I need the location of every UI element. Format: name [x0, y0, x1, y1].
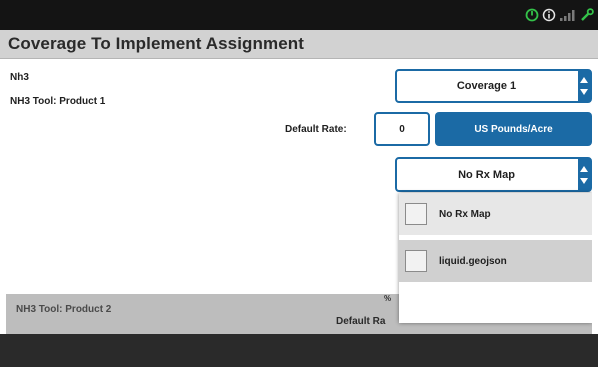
- screen: Coverage To Implement Assignment Nh3 NH3…: [0, 0, 598, 367]
- rx-map-dropdown: No Rx Map liquid.geojson: [399, 193, 592, 323]
- dropdown-option-no-rx-map[interactable]: No Rx Map: [399, 193, 592, 235]
- option-label: liquid.geojson: [439, 255, 507, 267]
- coverage-select-value: Coverage 1: [456, 80, 517, 92]
- signal-bars-icon: [559, 8, 577, 22]
- status-bar: [0, 0, 598, 30]
- product2-partial-label: %: [384, 294, 392, 303]
- product1-tool-label: NH3 Tool: Product 1: [10, 96, 106, 107]
- coverage-select[interactable]: Coverage 1: [395, 69, 592, 103]
- power-icon[interactable]: [525, 8, 539, 22]
- product2-default-rate-label: Default Ra: [336, 316, 386, 327]
- info-icon[interactable]: [542, 8, 556, 22]
- dropdown-option-liquid-geojson[interactable]: liquid.geojson: [399, 240, 592, 282]
- updown-arrows-icon: [578, 159, 590, 190]
- product-name: Nh3: [10, 72, 29, 83]
- status-icons: [525, 5, 594, 25]
- checkbox[interactable]: [405, 250, 427, 272]
- rx-map-select[interactable]: No Rx Map: [395, 157, 592, 192]
- option-label: No Rx Map: [439, 208, 491, 220]
- page-title: Coverage To Implement Assignment: [8, 34, 305, 53]
- product2-tool-label: NH3 Tool: Product 2: [16, 304, 112, 315]
- title-bar: Coverage To Implement Assignment: [0, 30, 598, 59]
- assignment-panel: Nh3 NH3 Tool: Product 1 Coverage 1 Defau…: [6, 64, 592, 334]
- rx-map-select-value: No Rx Map: [458, 168, 515, 181]
- default-rate-label: Default Rate:: [285, 124, 347, 135]
- checkbox[interactable]: [405, 203, 427, 225]
- updown-arrows-icon: [578, 71, 590, 101]
- wrench-icon[interactable]: [580, 8, 594, 22]
- unit-button[interactable]: US Pounds/Acre: [435, 112, 592, 146]
- bottom-bar: [0, 334, 598, 367]
- default-rate-input[interactable]: 0: [374, 112, 430, 146]
